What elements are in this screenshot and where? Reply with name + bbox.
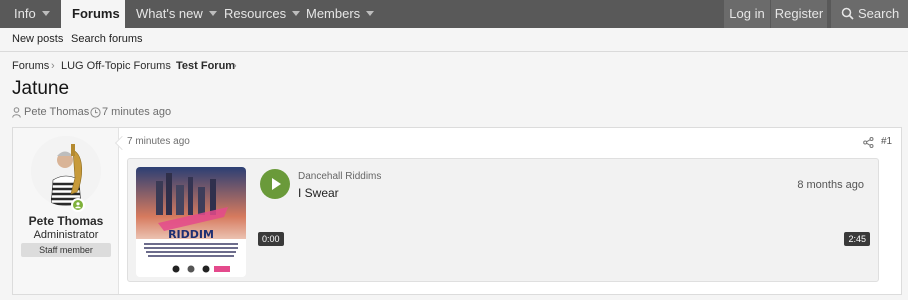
clock-icon: [90, 107, 101, 118]
nav-item-whats-new[interactable]: What's new: [136, 0, 217, 28]
chevron-down-icon: [292, 11, 301, 17]
thread-time[interactable]: 7 minutes ago: [102, 106, 171, 118]
nav-item-label: Info: [14, 6, 36, 21]
new-posts-link[interactable]: New posts: [12, 33, 63, 45]
track-title[interactable]: I Swear: [298, 186, 339, 200]
post: Pete Thomas Administrator Staff member 7…: [12, 127, 902, 295]
chevron-right-icon: ›: [165, 60, 169, 72]
nav-item-label: What's new: [136, 6, 203, 21]
nav-item-label: Resources: [224, 6, 287, 21]
search-label: Search: [858, 6, 900, 21]
user-icon: [12, 107, 21, 118]
post-user-column: Pete Thomas Administrator Staff member: [13, 128, 119, 294]
user-icon: [75, 202, 81, 209]
online-status-icon: [71, 198, 85, 212]
search-button[interactable]: Search: [831, 0, 908, 28]
page-title: Jatune: [12, 78, 70, 99]
track-artist[interactable]: Dancehall Riddims: [298, 171, 381, 182]
breadcrumb-lug-off-topic[interactable]: LUG Off-Topic Forums: [61, 60, 171, 72]
nav-item-label: Forums: [72, 6, 120, 21]
avatar[interactable]: [31, 136, 101, 206]
chevron-down-icon: [208, 11, 217, 17]
share-icon[interactable]: [863, 137, 874, 148]
top-nav: Info Forums What's new Resources Members…: [0, 0, 908, 28]
chevron-down-icon: [41, 11, 50, 17]
avatar-image: [31, 136, 101, 206]
post-username[interactable]: Pete Thomas: [13, 214, 119, 228]
album-art-text: RIDDIM: [168, 228, 214, 241]
chevron-right-icon: ›: [233, 60, 237, 72]
breadcrumb-forums[interactable]: Forums: [12, 60, 49, 72]
nav-item-members[interactable]: Members: [306, 0, 375, 28]
track-age: 8 months ago: [797, 179, 864, 191]
staff-badge: Staff member: [21, 243, 111, 257]
post-user-title: Administrator: [33, 229, 99, 241]
nav-item-forums[interactable]: Forums: [61, 0, 125, 28]
register-button[interactable]: Register: [771, 0, 827, 28]
sub-nav: New posts Search forums: [0, 28, 908, 52]
play-button[interactable]: [260, 169, 290, 199]
duration-badge: 2:45: [844, 232, 870, 246]
album-art-image: RIDDIM: [136, 167, 246, 277]
thread-author-link[interactable]: Pete Thomas: [24, 106, 89, 118]
current-time-badge: 0:00: [258, 232, 284, 246]
nav-item-resources[interactable]: Resources: [224, 0, 301, 28]
meta-separator: ·: [84, 106, 88, 118]
nav-item-label: Members: [306, 6, 361, 21]
track-artwork[interactable]: RIDDIM: [136, 167, 246, 277]
chevron-down-icon: [366, 11, 375, 17]
breadcrumb-test-forum[interactable]: Test Forum: [176, 60, 235, 72]
search-forums-link[interactable]: Search forums: [71, 33, 143, 45]
nav-item-info[interactable]: Info: [14, 0, 50, 28]
post-number[interactable]: #1: [881, 136, 892, 147]
chevron-right-icon: ›: [51, 60, 55, 72]
search-icon: [841, 7, 854, 20]
audio-embed: RIDDIM Dancehall Riddims I Swear 8 month…: [127, 158, 879, 282]
login-button[interactable]: Log in: [724, 0, 770, 28]
post-time[interactable]: 7 minutes ago: [127, 136, 190, 147]
